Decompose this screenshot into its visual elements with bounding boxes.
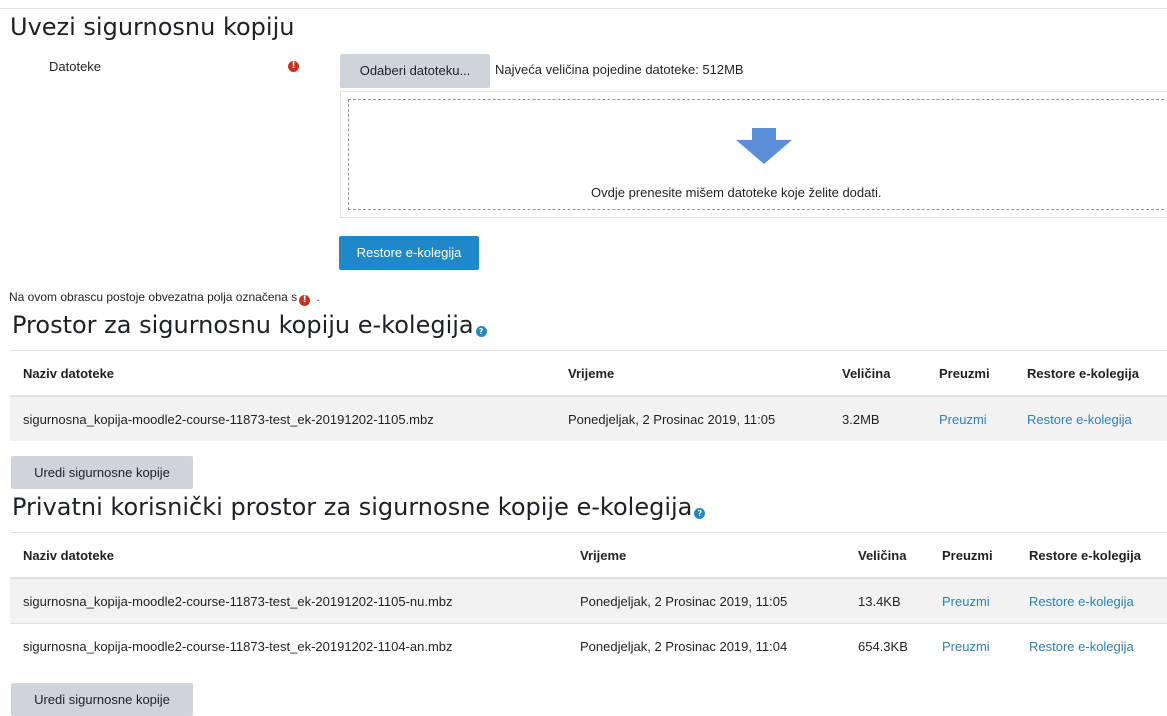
help-icon[interactable]: ? (694, 508, 706, 519)
file-size: 3.2MB (829, 395, 926, 441)
column-header-restore: Restore e-kolegija (1016, 532, 1167, 579)
top-border (0, 8, 1167, 9)
restore-link[interactable]: Restore e-kolegija (1027, 412, 1132, 427)
user-backup-area-title: Privatni korisnički prostor za sigurnosn… (12, 493, 706, 521)
manage-backups-button[interactable]: Uredi sigurnosne kopije (11, 683, 193, 716)
restore-link[interactable]: Restore e-kolegija (1029, 639, 1134, 654)
column-header-time: Vrijeme (567, 532, 845, 579)
file-name: sigurnosna_kopija-moodle2-course-11873-t… (10, 395, 555, 441)
table-row: sigurnosna_kopija-moodle2-course-11873-t… (10, 577, 1167, 624)
column-header-size: Veličina (829, 350, 926, 397)
column-header-download: Preuzmi (926, 350, 1014, 397)
choose-file-button[interactable]: Odaberi datoteku... (340, 54, 490, 88)
column-header-time: Vrijeme (555, 350, 829, 397)
help-icon[interactable]: ? (475, 326, 487, 337)
user-backup-table: Naziv datoteke Vrijeme Veličina Preuzmi … (10, 532, 1167, 668)
file-size: 654.3KB (845, 623, 929, 668)
file-size: 13.4KB (845, 577, 929, 624)
column-header-filename: Naziv datoteke (10, 350, 555, 397)
files-label: Datoteke (49, 59, 102, 74)
required-note-text: Na ovom obrascu postoje obvezatna polja … (9, 290, 298, 304)
download-link[interactable]: Preuzmi (942, 594, 990, 609)
required-fields-note: Na ovom obrascu postoje obvezatna polja … (9, 290, 320, 306)
file-name: sigurnosna_kopija-moodle2-course-11873-t… (10, 623, 567, 668)
column-header-filename: Naziv datoteke (10, 532, 567, 579)
column-header-download: Preuzmi (929, 532, 1016, 579)
required-note-end: . (316, 290, 320, 304)
file-time: Ponedjeljak, 2 Prosinac 2019, 11:04 (567, 623, 845, 668)
column-header-restore: Restore e-kolegija (1014, 350, 1167, 397)
restore-link[interactable]: Restore e-kolegija (1029, 594, 1134, 609)
drop-arrow-icon (736, 128, 792, 164)
restore-button[interactable]: Restore e-kolegija (339, 236, 479, 270)
file-time: Ponedjeljak, 2 Prosinac 2019, 11:05 (555, 395, 829, 441)
required-icon: ! (288, 61, 299, 72)
column-header-size: Veličina (845, 532, 929, 579)
max-file-size: Najveća veličina pojedine datoteke: 512M… (495, 62, 744, 77)
page-title: Uvezi sigurnosnu kopiju (10, 13, 295, 41)
table-row: sigurnosna_kopija-moodle2-course-11873-t… (10, 623, 1167, 668)
user-backup-area-title-text: Privatni korisnički prostor za sigurnosn… (12, 493, 693, 521)
dropzone-text: Ovdje prenesite mišem datoteke koje želi… (591, 185, 882, 200)
download-link[interactable]: Preuzmi (939, 412, 987, 427)
manage-backups-button[interactable]: Uredi sigurnosne kopije (11, 456, 193, 489)
table-row: sigurnosna_kopija-moodle2-course-11873-t… (10, 395, 1167, 441)
course-backup-area-title-text: Prostor za sigurnosnu kopiju e-kolegija (12, 311, 474, 339)
file-name: sigurnosna_kopija-moodle2-course-11873-t… (10, 577, 567, 624)
course-backup-table: Naziv datoteke Vrijeme Veličina Preuzmi … (10, 350, 1167, 441)
download-link[interactable]: Preuzmi (942, 639, 990, 654)
file-time: Ponedjeljak, 2 Prosinac 2019, 11:05 (567, 577, 845, 624)
course-backup-area-title: Prostor za sigurnosnu kopiju e-kolegija? (12, 311, 487, 339)
required-icon: ! (299, 295, 311, 306)
